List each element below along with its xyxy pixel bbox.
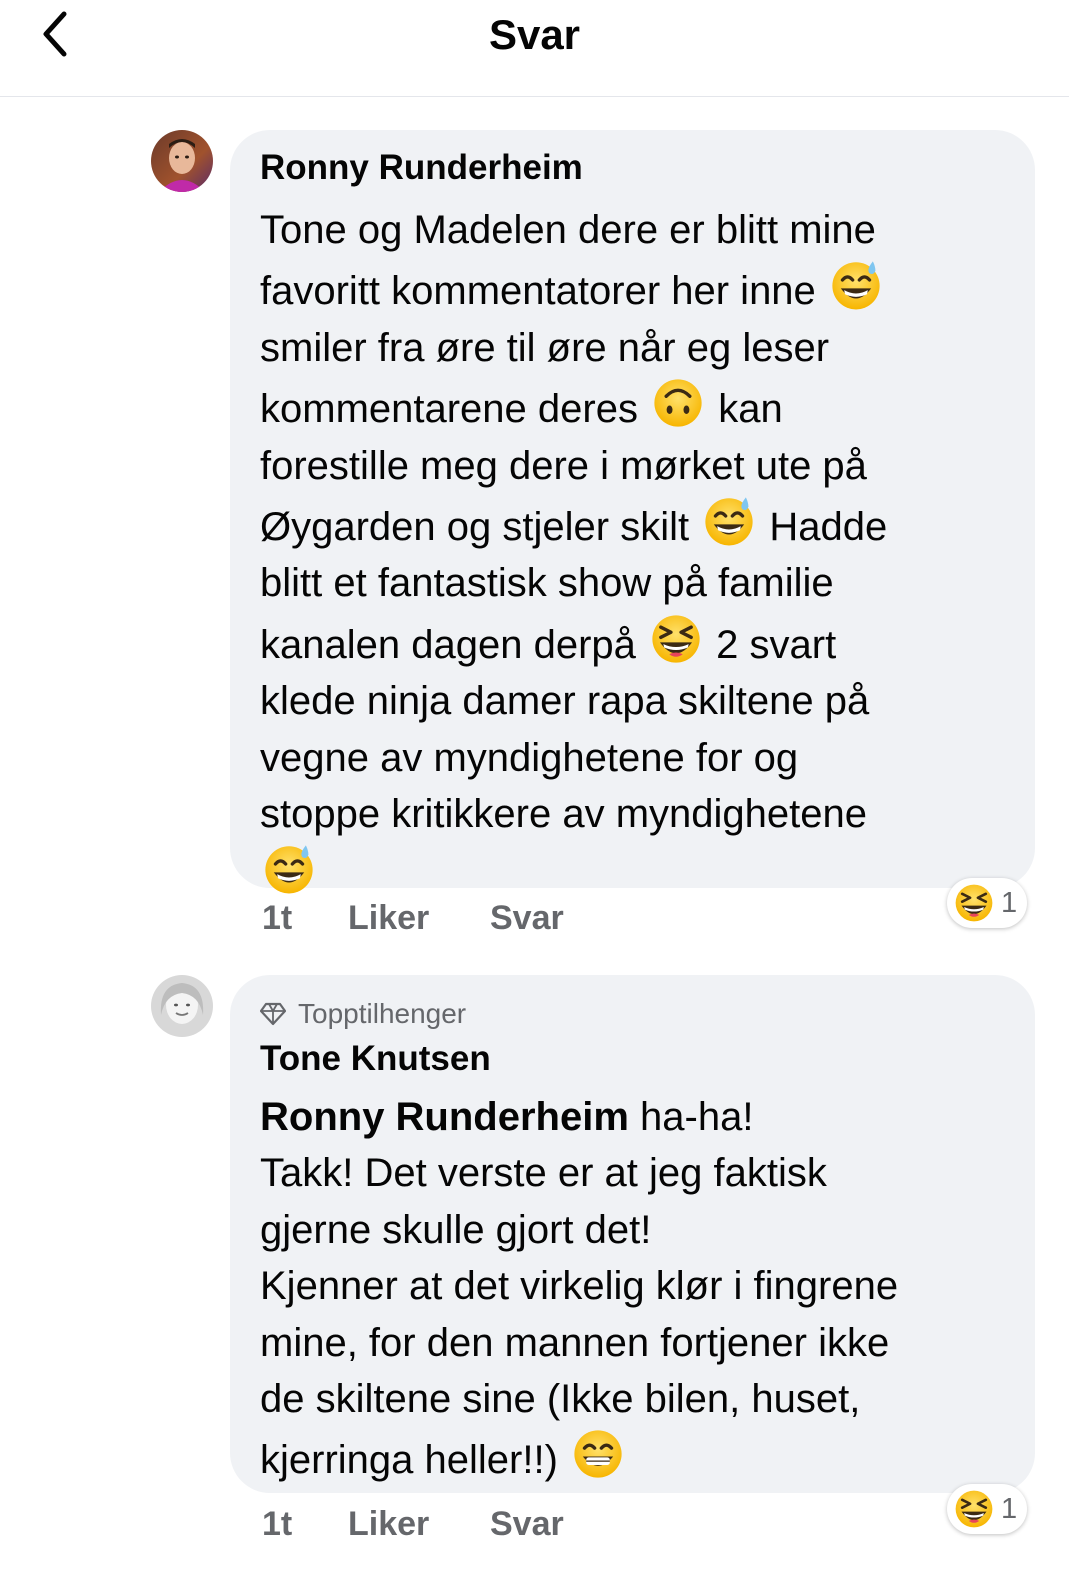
comment-line: Kjenner at det virkelig klør i fingrene — [260, 1264, 899, 1309]
comment-line-text: ha-ha! — [640, 1095, 754, 1139]
top-bar: Svar — [0, 0, 1069, 97]
reply-button[interactable]: Svar — [490, 898, 564, 938]
comment-text: Ronny Runderheim ha-ha! Takk! Det verste… — [260, 1089, 1005, 1489]
comment-line: mine, for den mannen fortjener ikke — [260, 1320, 890, 1365]
comment-line: de skiltene sine (Ikke bilen, huset, — [260, 1377, 861, 1422]
comment-bubble: Ronny Runderheim Tone og Madelen dere er… — [230, 130, 1035, 888]
comment-timestamp: 1t — [262, 1505, 293, 1543]
comment-line: blitt et fantastisk show på familie — [260, 561, 834, 606]
comment-timestamp: 1t — [262, 899, 293, 937]
comment-line-text: kjerringa heller!!) — [260, 1438, 558, 1483]
reaction-summary[interactable]: 1 — [947, 878, 1028, 928]
reaction-summary[interactable]: 1 — [947, 1484, 1028, 1534]
avatar[interactable] — [151, 130, 213, 192]
comment-line: favoritt kommentatorer her inne — [260, 258, 1005, 319]
avatar[interactable] — [151, 975, 213, 1037]
top-fan-badge: Topptilhenger — [260, 995, 1005, 1033]
reaction-count: 1 — [1001, 1492, 1018, 1525]
comment-line: Øygarden og stjeler skilt Hadde — [260, 494, 1005, 555]
laughing-squint-emoji — [953, 1488, 995, 1530]
comment-line-text: kommentarene deres — [260, 387, 638, 432]
comment-line — [260, 842, 1005, 903]
laughing-squint-emoji — [953, 882, 995, 924]
comment-line-text: Øygarden og stjeler skilt — [260, 505, 690, 550]
comment-line: Tone og Madelen dere er blitt mine — [260, 208, 876, 252]
comment-line: gjerne skulle gjort det! — [260, 1207, 652, 1252]
upside-down-face-emoji — [651, 376, 705, 430]
comment-actions: 1t Liker Svar — [262, 898, 564, 938]
avatar-photo — [151, 975, 213, 1037]
comment-text: Tone og Madelen dere er blitt mine favor… — [260, 202, 1005, 904]
grinning-sweat-emoji — [829, 258, 883, 312]
laughing-squint-emoji — [649, 612, 703, 666]
comment-line-text: 2 svart — [716, 622, 837, 667]
comment-bubble: Topptilhenger Tone Knutsen Ronny Runderh… — [230, 975, 1035, 1493]
diamond-icon — [260, 1002, 286, 1026]
comment-line: Ronny Runderheim ha-ha! — [260, 1089, 1005, 1145]
comment-line-text: kan — [718, 387, 783, 432]
comment-line-text: favoritt kommentatorer her inne — [260, 269, 816, 314]
comment-line: stoppe kritikkere av myndighetene — [260, 792, 867, 837]
comment-line: klede ninja damer rapa skiltene på — [260, 679, 870, 724]
comment-line-text: Hadde — [769, 505, 888, 550]
comment-line: forestille meg dere i mørket ute på — [260, 443, 867, 488]
comment-line: vegne av myndighetene for og — [260, 735, 799, 780]
comment-line: kanalen dagen derpå 2 svart — [260, 612, 1005, 673]
like-button[interactable]: Liker — [348, 898, 490, 938]
grinning-sweat-emoji — [702, 494, 756, 548]
comment-actions: 1t Liker Svar — [262, 1504, 564, 1544]
mention-link[interactable]: Ronny Runderheim — [260, 1095, 629, 1139]
reaction-count: 1 — [1001, 886, 1018, 919]
comment-author[interactable]: Ronny Runderheim — [260, 146, 1005, 190]
comment-author[interactable]: Tone Knutsen — [260, 1037, 1005, 1081]
comment-line: Takk! Det verste er at jeg faktisk — [260, 1151, 827, 1196]
reply-button[interactable]: Svar — [490, 1504, 564, 1544]
comment-line: kjerringa heller!!) — [260, 1427, 1005, 1488]
comment-line: kommentarene deres kan — [260, 376, 1005, 437]
comment-line: smiler fra øre til øre når eg leser — [260, 325, 830, 370]
avatar-photo — [151, 130, 213, 192]
badge-label: Topptilhenger — [298, 998, 467, 1029]
page-title: Svar — [488, 11, 581, 58]
grinning-sweat-emoji — [262, 842, 316, 896]
like-button[interactable]: Liker — [348, 1504, 490, 1544]
beaming-face-emoji — [571, 1427, 625, 1481]
comment-line-text: kanalen dagen derpå — [260, 622, 636, 667]
